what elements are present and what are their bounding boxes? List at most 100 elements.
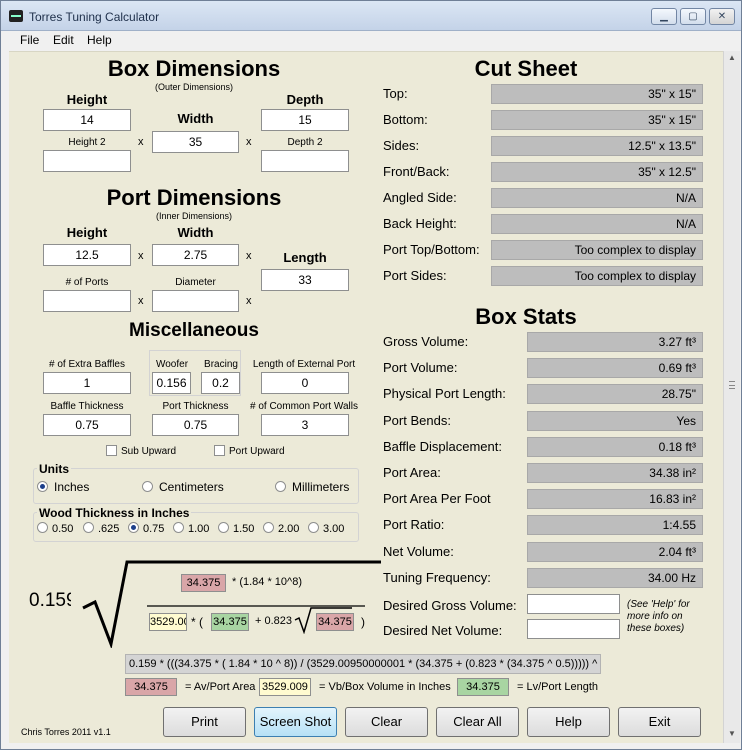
port-upward-checkbox[interactable]: Port Upward (214, 445, 285, 457)
box-depth-input[interactable]: 15 (261, 109, 349, 131)
radio-wood-300[interactable]: 3.00 (308, 522, 344, 535)
port-length-input[interactable]: 33 (261, 269, 349, 291)
menu-help[interactable]: Help (87, 33, 112, 47)
help-note: (See 'Help' for more info on these boxes… (627, 599, 690, 634)
print-button[interactable]: Print (163, 707, 246, 737)
radio-selected-icon[interactable] (37, 481, 48, 492)
menu-edit[interactable]: Edit (53, 33, 74, 47)
desired-gross-input[interactable] (527, 594, 620, 614)
box-width-input[interactable]: 35 (152, 131, 239, 153)
checkbox-box[interactable] (214, 445, 225, 456)
title-bar: Torres Tuning Calculator ▁ ▢ ✕ (1, 1, 741, 31)
cut-sheet-title: Cut Sheet (474, 56, 578, 81)
close-button[interactable]: ✕ (709, 8, 735, 25)
checkbox-box[interactable] (106, 445, 117, 456)
main-panel: Box Dimensions (Outer Dimensions) Height… (9, 51, 723, 743)
radio-label: Inches (54, 480, 90, 494)
num-ports-label: # of Ports (65, 277, 109, 288)
scroll-thumb[interactable] (729, 381, 735, 389)
port-thickness-input[interactable]: 0.75 (152, 414, 239, 436)
radio-millimeters[interactable]: Millimeters (275, 480, 349, 494)
cut-sheet-value: Too complex to display (491, 266, 703, 286)
box-height2-label: Height 2 (68, 137, 106, 148)
port-thickness-label: Port Thickness (162, 401, 229, 412)
radio-icon[interactable] (263, 522, 274, 533)
cut-sheet-value: 35" x 12.5" (491, 162, 703, 182)
cut-sheet-label: Back Height: (383, 216, 457, 231)
cut-sheet-label: Front/Back: (383, 164, 450, 179)
radio-selected-icon[interactable] (128, 522, 139, 533)
desired-net-input[interactable] (527, 619, 620, 639)
radio-wood-075[interactable]: 0.75 (128, 522, 164, 535)
menu-file[interactable]: File (20, 33, 39, 47)
vertical-scrollbar[interactable]: ▲ ▼ (723, 51, 740, 743)
formula-coefficient: 0.159 (29, 590, 71, 611)
radio-icon[interactable] (275, 481, 286, 492)
box-stat-value: 1:4.55 (527, 515, 703, 536)
diameter-label: Diameter (175, 277, 216, 288)
woofer-input[interactable]: 0.156 (152, 372, 191, 394)
radio-wood-0625[interactable]: .625 (83, 522, 119, 535)
common-walls-input[interactable]: 3 (261, 414, 349, 436)
maximize-button[interactable]: ▢ (680, 8, 706, 25)
denominator-box-volume-chip: 3529.009 (149, 613, 187, 631)
scroll-up-icon[interactable]: ▲ (728, 53, 736, 62)
box-stats-title: Box Stats (475, 304, 577, 329)
exit-button[interactable]: Exit (618, 707, 701, 737)
radio-icon[interactable] (142, 481, 153, 492)
port-height-input[interactable]: 12.5 (43, 244, 131, 266)
box-depth2-input[interactable] (261, 150, 349, 172)
scroll-down-icon[interactable]: ▼ (728, 729, 736, 738)
common-walls-label: # of Common Port Walls (250, 401, 358, 412)
app-icon (9, 10, 23, 22)
box-depth2-label: Depth 2 (287, 137, 323, 148)
clear-button[interactable]: Clear (345, 707, 428, 737)
bracing-input[interactable]: 0.2 (201, 372, 240, 394)
num-ports-input[interactable] (43, 290, 131, 312)
port-upward-label: Port Upward (229, 446, 285, 457)
numerator-port-area-chip: 34.375 (181, 574, 226, 592)
box-stat-label: Port Volume: (383, 360, 458, 376)
legend-box-volume-text: = Vb/Box Volume in Inches (319, 681, 451, 693)
baffle-thickness-input[interactable]: 0.75 (43, 414, 131, 436)
radio-wood-200[interactable]: 2.00 (263, 522, 299, 535)
radio-icon[interactable] (308, 522, 319, 533)
denominator-port-area-chip: 34.375 (316, 613, 354, 631)
desired-net-label: Desired Net Volume: (383, 623, 503, 638)
radio-wood-100[interactable]: 1.00 (173, 522, 209, 535)
radio-centimeters[interactable]: Centimeters (142, 480, 224, 494)
radio-icon[interactable] (37, 522, 48, 533)
numerator-rest: * (1.84 * 10^8) (232, 576, 302, 588)
radio-icon[interactable] (83, 522, 94, 533)
box-stat-value: 3.27 ft³ (527, 332, 703, 352)
radio-label: 0.75 (143, 523, 165, 535)
clear-all-button[interactable]: Clear All (436, 707, 519, 737)
external-port-input[interactable]: 0 (261, 372, 349, 394)
bracing-label: Bracing (204, 359, 238, 370)
box-stat-label: Port Ratio: (383, 517, 445, 533)
radio-wood-050[interactable]: 0.50 (37, 522, 73, 535)
credit-text: Chris Torres 2011 v1.1 (21, 727, 111, 737)
help-button[interactable]: Help (527, 707, 610, 737)
extra-baffles-input[interactable]: 1 (43, 372, 131, 394)
radio-icon[interactable] (173, 522, 184, 533)
legend-port-area-chip: 34.375 (125, 678, 177, 696)
box-height-input[interactable]: 14 (43, 109, 131, 131)
sub-upward-checkbox[interactable]: Sub Upward (106, 445, 176, 457)
wood-thickness-title: Wood Thickness in Inches (37, 506, 192, 520)
desired-gross-label: Desired Gross Volume: (383, 598, 517, 613)
screenshot-button[interactable]: Screen Shot (254, 707, 337, 737)
minimize-button[interactable]: ▁ (651, 8, 677, 25)
port-width-input[interactable]: 2.75 (152, 244, 239, 266)
diameter-input[interactable] (152, 290, 239, 312)
radio-inches[interactable]: Inches (37, 480, 89, 494)
baffle-thickness-label: Baffle Thickness (50, 401, 124, 412)
radio-wood-150[interactable]: 1.50 (218, 522, 254, 535)
box-height-label: Height (66, 92, 108, 107)
radio-label: 1.50 (233, 523, 255, 535)
menu-bar: File Edit Help (1, 31, 741, 50)
port-dimensions-subtitle: (Inner Dimensions) (155, 211, 233, 221)
box-height2-input[interactable] (43, 150, 131, 172)
radio-icon[interactable] (218, 522, 229, 533)
units-title: Units (37, 462, 71, 476)
